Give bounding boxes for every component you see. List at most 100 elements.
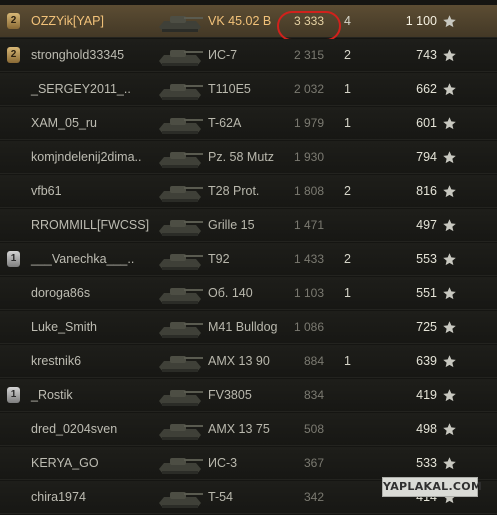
- star-icon: [443, 15, 456, 28]
- xp-value: 553: [416, 252, 437, 266]
- vehicle-name: T92: [208, 252, 230, 266]
- damage-value: 1 471: [293, 218, 324, 232]
- tank-icon: [159, 118, 203, 134]
- kills-value: 1: [344, 116, 351, 130]
- star-icon: [443, 83, 456, 96]
- tank-icon: [159, 322, 203, 338]
- xp-value: 419: [416, 388, 437, 402]
- kills-value: 2: [344, 48, 351, 62]
- vehicle-name: FV3805: [208, 388, 252, 402]
- tank-icon: [159, 390, 203, 406]
- player-row[interactable]: XAM_05_ru T-62A 1 979 1 601: [0, 107, 497, 140]
- xp-value: 497: [416, 218, 437, 232]
- xp-value: 498: [416, 422, 437, 436]
- damage-value: 834: [303, 388, 324, 402]
- vehicle-name: T-54: [208, 490, 234, 504]
- xp-value: 551: [416, 286, 437, 300]
- xp-value: 639: [416, 354, 437, 368]
- damage-value: 367: [303, 456, 324, 470]
- tank-icon: [159, 186, 203, 202]
- vehicle-name: ИС-3: [208, 456, 238, 470]
- tank-icon: [159, 424, 203, 440]
- player-row[interactable]: 2 stronghold33345 ИС-7 2 315 2 743: [0, 39, 497, 72]
- star-icon: [443, 457, 456, 470]
- kills-value: 1: [344, 354, 351, 368]
- tank-icon: [159, 356, 203, 372]
- star-icon: [443, 253, 456, 266]
- player-name: stronghold33345: [31, 48, 125, 62]
- player-row[interactable]: 1 _Rostik FV3805 834 419: [0, 379, 497, 412]
- team-results-table: 2 OZZYik[YAP] VK 45.02 B 3 333 4 1 100 2…: [0, 0, 497, 515]
- tank-icon: [159, 84, 203, 100]
- tank-icon: [159, 254, 203, 270]
- player-name: KERYA_GO: [31, 456, 99, 470]
- player-row[interactable]: krestnik6 AMX 13 90 884 1 639: [0, 345, 497, 378]
- kills-value: 1: [344, 286, 351, 300]
- xp-value: 601: [416, 116, 437, 130]
- kills-value: 4: [344, 14, 351, 28]
- tank-icon: [159, 288, 203, 304]
- player-row[interactable]: 1 ___Vanechka___.. T92 1 433 2 553: [0, 243, 497, 276]
- xp-value: 533: [416, 456, 437, 470]
- rank-badge-icon: 1: [7, 251, 20, 267]
- tank-icon: [159, 152, 203, 168]
- player-name: vfb61: [31, 184, 62, 198]
- damage-value: 508: [303, 422, 324, 436]
- player-name: RROMMILL[FWCSS]: [31, 218, 150, 232]
- star-icon: [443, 355, 456, 368]
- player-name: doroga86s: [31, 286, 91, 300]
- player-row[interactable]: vfb61 T28 Prot. 1 808 2 816: [0, 175, 497, 208]
- damage-value: 884: [303, 354, 324, 368]
- player-row[interactable]: dred_0204sven AMX 13 75 508 498: [0, 413, 497, 446]
- tank-icon: [159, 16, 203, 32]
- kills-value: 2: [344, 252, 351, 266]
- player-row[interactable]: komjndelenij2dima.. Pz. 58 Mutz 1 930 79…: [0, 141, 497, 174]
- star-icon: [443, 423, 456, 436]
- vehicle-name: M41 Bulldog: [208, 320, 278, 334]
- star-icon: [443, 219, 456, 232]
- rank-badge-icon: 2: [7, 13, 20, 29]
- player-row[interactable]: doroga86s Об. 140 1 103 1 551: [0, 277, 497, 310]
- star-icon: [443, 49, 456, 62]
- damage-value: 1 808: [293, 184, 324, 198]
- star-icon: [443, 321, 456, 334]
- tank-icon: [159, 220, 203, 236]
- player-row[interactable]: Luke_Smith M41 Bulldog 1 086 725: [0, 311, 497, 344]
- star-icon: [443, 389, 456, 402]
- xp-value: 794: [416, 150, 437, 164]
- vehicle-name: AMX 13 75: [208, 422, 270, 436]
- rank-badge-icon: 1: [7, 387, 20, 403]
- star-icon: [443, 185, 456, 198]
- player-name: Luke_Smith: [31, 320, 98, 334]
- xp-value: 725: [416, 320, 437, 334]
- rank-badge-icon: 2: [7, 47, 20, 63]
- star-icon: [443, 287, 456, 300]
- player-name: krestnik6: [31, 354, 82, 368]
- damage-value: 1 103: [293, 286, 324, 300]
- vehicle-name: AMX 13 90: [208, 354, 270, 368]
- kills-value: 1: [344, 82, 351, 96]
- player-name: chira1974: [31, 490, 86, 504]
- star-icon: [443, 151, 456, 164]
- player-row[interactable]: RROMMILL[FWCSS] Grille 15 1 471 497: [0, 209, 497, 242]
- damage-value: 1 930: [293, 150, 324, 164]
- vehicle-name: ИС-7: [208, 48, 238, 62]
- player-row[interactable]: KERYA_GO ИС-3 367 533: [0, 447, 497, 480]
- player-row[interactable]: _SERGEY2011_.. T110E5 2 032 1 662: [0, 73, 497, 106]
- player-name: _Rostik: [31, 388, 73, 402]
- vehicle-name: Grille 15: [208, 218, 255, 232]
- damage-value: 2 315: [293, 48, 324, 62]
- vehicle-name: T28 Prot.: [208, 184, 260, 198]
- player-name: dred_0204sven: [31, 422, 118, 436]
- vehicle-name: Pz. 58 Mutz: [208, 150, 274, 164]
- xp-value: 662: [416, 82, 437, 96]
- player-name: komjndelenij2dima..: [31, 150, 142, 164]
- xp-value: 1 100: [405, 14, 437, 28]
- player-name: ___Vanechka___..: [31, 252, 135, 266]
- player-name: _SERGEY2011_..: [31, 82, 131, 96]
- vehicle-name: T110E5: [208, 82, 251, 96]
- player-row[interactable]: 2 OZZYik[YAP] VK 45.02 B 3 333 4 1 100: [0, 5, 497, 41]
- watermark-label: YAPLAKAL.COM: [382, 477, 482, 497]
- vehicle-name: Об. 140: [208, 286, 253, 300]
- damage-value: 2 032: [293, 82, 324, 96]
